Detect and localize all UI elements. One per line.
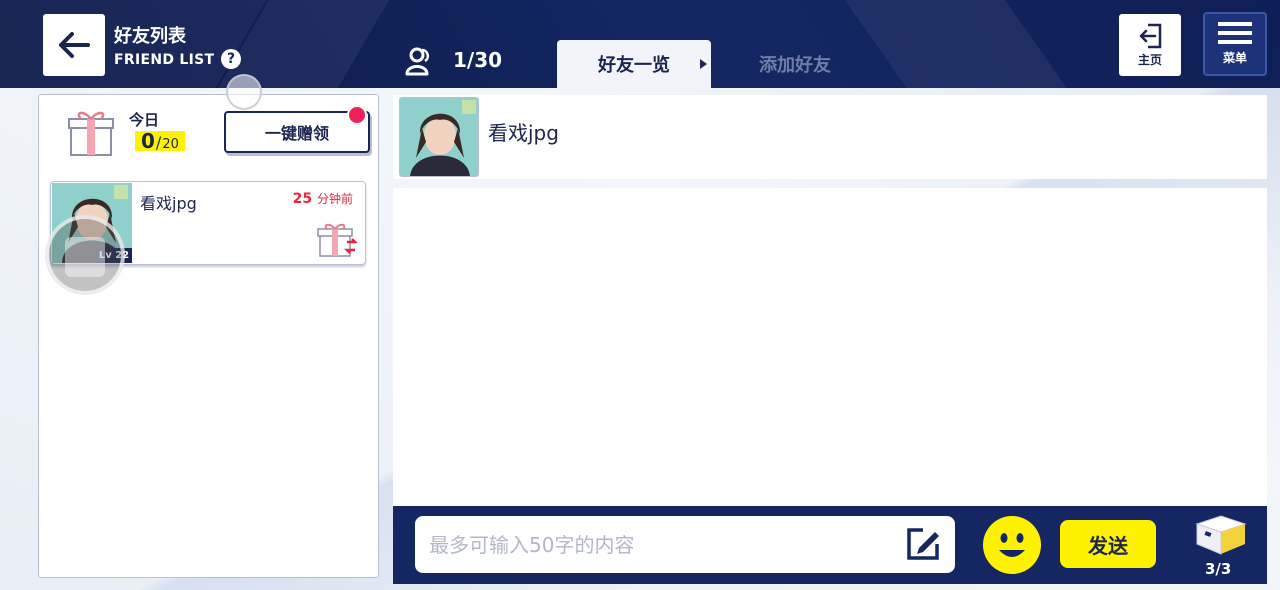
- gift-send-icon[interactable]: [317, 222, 357, 258]
- send-button[interactable]: 发送: [1060, 520, 1156, 568]
- friend-name: 看戏jpg: [140, 194, 197, 213]
- time-value: 25: [292, 191, 313, 207]
- chat-message-area[interactable]: [393, 188, 1267, 506]
- last-login-time: 25 分钟前: [293, 190, 353, 207]
- tab-label: 好友一览: [598, 55, 670, 76]
- friends-icon: [405, 47, 430, 76]
- chat-header: 看戏jpg: [393, 95, 1267, 179]
- header-decoration: [199, 0, 401, 88]
- friend-list-panel: 今日 0 / 20 一键赠领 Lv 22 看戏jpg 25 分钟前: [38, 94, 379, 578]
- time-unit: 分钟前: [316, 192, 353, 206]
- edit-icon[interactable]: [903, 524, 943, 564]
- top-bar: 好友列表 FRIEND LIST ? 1/30 好友一览 添加好友 主页 菜单: [0, 0, 1280, 88]
- back-button[interactable]: [43, 14, 105, 76]
- menu-button[interactable]: 菜单: [1203, 12, 1267, 76]
- message-input[interactable]: [415, 516, 955, 573]
- gift-box-icon[interactable]: [1193, 512, 1249, 558]
- gift-received: 0: [141, 129, 155, 153]
- page-subtitle: FRIEND LIST: [114, 52, 215, 68]
- assist-ball-icon: [65, 237, 105, 277]
- today-gift-count: 0 / 20: [135, 129, 185, 153]
- gift-limit: 20: [162, 137, 179, 152]
- character-portrait: [400, 98, 478, 176]
- help-icon[interactable]: ?: [221, 49, 241, 69]
- chat-friend-name: 看戏jpg: [488, 121, 559, 145]
- notification-dot: [347, 105, 367, 125]
- back-arrow-icon: [59, 32, 90, 58]
- chat-input-bar: 发送 3/3: [393, 506, 1267, 584]
- page-title: 好友列表: [114, 26, 186, 47]
- gift-icon: [68, 111, 114, 156]
- today-label: 今日: [129, 111, 160, 129]
- touch-indicator: [226, 74, 262, 110]
- chat-friend-avatar: [399, 97, 479, 177]
- tab-arrow-icon: [700, 59, 707, 69]
- emoji-button[interactable]: [983, 516, 1041, 574]
- home-label: 主页: [1137, 52, 1162, 67]
- gift-separator: /: [155, 133, 162, 152]
- floating-assist-ball[interactable]: [45, 215, 125, 295]
- tab-add-friend[interactable]: 添加好友: [720, 40, 870, 88]
- home-button[interactable]: 主页: [1119, 14, 1181, 76]
- tab-friend-list[interactable]: 好友一览: [557, 40, 711, 88]
- friend-count: 1/30: [453, 48, 503, 72]
- box-count: 3/3: [1205, 560, 1232, 578]
- menu-label: 菜单: [1222, 51, 1247, 65]
- home-exit-icon: [1139, 23, 1162, 48]
- smiley-icon: [999, 533, 1025, 557]
- menu-icon: [1218, 22, 1252, 44]
